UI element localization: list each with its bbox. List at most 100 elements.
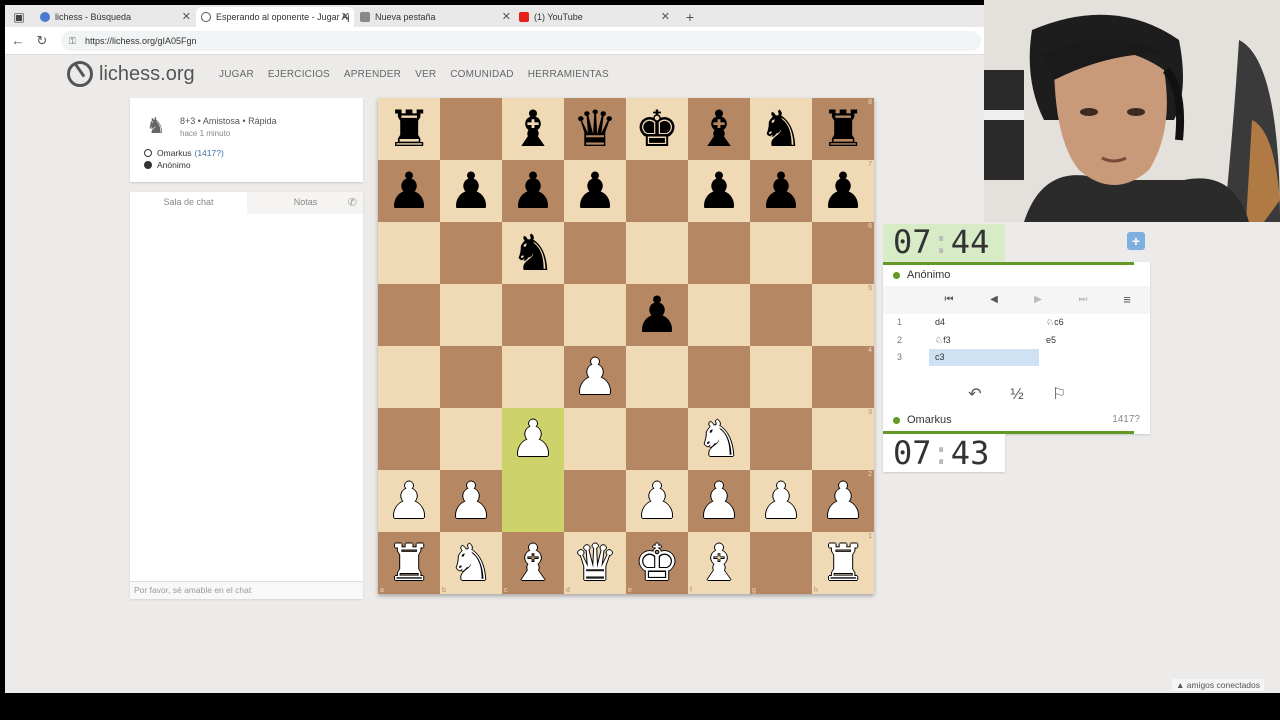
black-pawn-icon[interactable]: ♟ [759,166,804,216]
square-f8[interactable]: ♝ [688,98,750,160]
move-white[interactable]: ♘f3 [929,332,1039,349]
back-arrow-icon[interactable]: ← [9,32,27,50]
white-rook-icon[interactable]: ♜ [387,538,432,588]
url-field[interactable]: ⚿ https://lichess.org/gIA05Fgn [61,31,981,51]
square-d7[interactable]: ♟ [564,160,626,222]
black-pawn-icon[interactable]: ♟ [697,166,742,216]
square-g1[interactable]: g [750,532,812,594]
square-e4[interactable] [626,346,688,408]
last-move-icon[interactable]: ⏭ [1075,292,1091,308]
square-h2[interactable]: ♟ 2 [812,470,874,532]
square-g2[interactable]: ♟ [750,470,812,532]
square-e6[interactable] [626,222,688,284]
opponent-player[interactable]: Anónimo [893,269,950,281]
white-pawn-icon[interactable]: ♟ [387,476,432,526]
square-a4[interactable] [378,346,440,408]
nav-comunidad[interactable]: COMUNIDAD [450,69,513,80]
nav-ver[interactable]: VER [415,69,436,80]
tab-actions-icon[interactable]: ▣ [10,8,28,26]
tab-chat-room[interactable]: Sala de chat [130,192,247,214]
first-move-icon[interactable]: ⏮ [941,292,957,308]
square-f3[interactable]: ♞ [688,408,750,470]
tab-new-tab[interactable]: Nueva pestaña ✕ [355,7,515,27]
move-black[interactable]: e5 [1040,332,1150,349]
square-a5[interactable] [378,284,440,346]
black-knight-icon[interactable]: ♞ [759,104,804,154]
black-rook-icon[interactable]: ♜ [821,104,866,154]
white-player-line[interactable]: Omarkus (1417?) [144,148,224,158]
square-b3[interactable] [440,408,502,470]
white-bishop-icon[interactable]: ♝ [511,538,556,588]
square-f1[interactable]: ♝ f [688,532,750,594]
black-pawn-icon[interactable]: ♟ [511,166,556,216]
square-e2[interactable]: ♟ [626,470,688,532]
square-g8[interactable]: ♞ [750,98,812,160]
black-pawn-icon[interactable]: ♟ [387,166,432,216]
square-f4[interactable] [688,346,750,408]
white-pawn-icon[interactable]: ♟ [759,476,804,526]
nav-ejercicios[interactable]: EJERCICIOS [268,69,330,80]
square-e8[interactable]: ♚ [626,98,688,160]
square-e7[interactable] [626,160,688,222]
move-white[interactable]: d4 [929,314,1039,331]
square-a7[interactable]: ♟ [378,160,440,222]
draw-offer-button[interactable]: ½ [1006,384,1028,406]
square-f6[interactable] [688,222,750,284]
white-pawn-icon[interactable]: ♟ [449,476,494,526]
add-time-button[interactable]: + [1127,232,1145,250]
tab-lichess-search[interactable]: lichess - Búsqueda ✕ [35,7,195,27]
square-h5[interactable]: 5 [812,284,874,346]
friends-online-button[interactable]: ▲ amigos conectados [1171,679,1264,691]
own-player[interactable]: Omarkus [893,414,952,426]
next-move-icon[interactable]: ▶ [1030,292,1046,308]
white-knight-icon[interactable]: ♞ [697,414,742,464]
white-queen-icon[interactable]: ♛ [573,538,618,588]
square-e5[interactable]: ♟ [626,284,688,346]
black-pawn-icon[interactable]: ♟ [449,166,494,216]
move-black[interactable]: ♘c6 [1040,314,1150,331]
black-pawn-icon[interactable]: ♟ [635,290,680,340]
square-c7[interactable]: ♟ [502,160,564,222]
resign-flag-icon[interactable]: ⚐ [1048,384,1070,406]
tab-youtube[interactable]: (1) YouTube ✕ [514,7,674,27]
white-rook-icon[interactable]: ♜ [821,538,866,588]
square-b4[interactable] [440,346,502,408]
square-c8[interactable]: ♝ [502,98,564,160]
white-pawn-icon[interactable]: ♟ [821,476,866,526]
phone-icon[interactable]: ✆ [348,196,357,209]
white-pawn-icon[interactable]: ♟ [697,476,742,526]
nav-herramientas[interactable]: HERRAMIENTAS [528,69,609,80]
square-h6[interactable]: 6 [812,222,874,284]
white-pawn-icon[interactable]: ♟ [573,352,618,402]
black-pawn-icon[interactable]: ♟ [573,166,618,216]
black-pawn-icon[interactable]: ♟ [821,166,866,216]
square-f5[interactable] [688,284,750,346]
square-e3[interactable] [626,408,688,470]
prev-move-icon[interactable]: ◀ [986,292,1002,308]
site-logo[interactable]: lichess.org [67,61,195,87]
square-b1[interactable]: ♞ b [440,532,502,594]
black-rook-icon[interactable]: ♜ [387,104,432,154]
square-f2[interactable]: ♟ [688,470,750,532]
menu-icon[interactable]: ≡ [1119,292,1135,308]
square-h3[interactable]: 3 [812,408,874,470]
nav-jugar[interactable]: JUGAR [219,69,254,80]
square-a2[interactable]: ♟ [378,470,440,532]
square-g5[interactable] [750,284,812,346]
square-d2[interactable] [564,470,626,532]
square-c6[interactable]: ♞ [502,222,564,284]
square-a8[interactable]: ♜ [378,98,440,160]
square-d4[interactable]: ♟ [564,346,626,408]
square-g7[interactable]: ♟ [750,160,812,222]
square-h4[interactable]: 4 [812,346,874,408]
black-king-icon[interactable]: ♚ [635,104,680,154]
square-c2[interactable] [502,470,564,532]
square-g4[interactable] [750,346,812,408]
square-g3[interactable] [750,408,812,470]
square-d8[interactable]: ♛ [564,98,626,160]
black-bishop-icon[interactable]: ♝ [697,104,742,154]
square-h8[interactable]: ♜ 8 [812,98,874,160]
square-b6[interactable] [440,222,502,284]
black-queen-icon[interactable]: ♛ [573,104,618,154]
square-a6[interactable] [378,222,440,284]
